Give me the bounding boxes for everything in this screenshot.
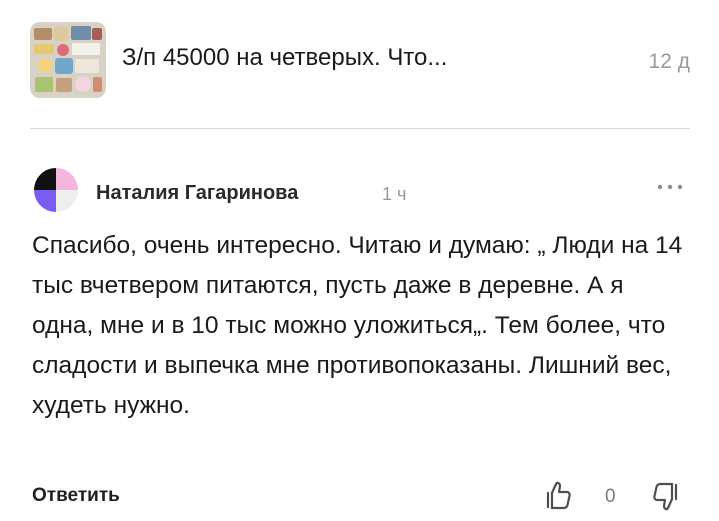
like-button[interactable] <box>540 478 576 514</box>
thumbs-down-icon <box>653 482 678 511</box>
divider <box>30 128 690 129</box>
comment-actions: Ответить 0 <box>30 478 690 514</box>
comment-time: 1 ч <box>382 184 407 204</box>
thumbs-up-icon <box>546 481 571 510</box>
comment-text: Спасибо, очень интересно. Читаю и думаю:… <box>32 232 683 419</box>
like-count: 0 <box>605 486 616 507</box>
article-preview[interactable]: З/п 45000 на четверых. Что... 12 д <box>30 22 690 98</box>
comment-author[interactable]: Наталия Гагаринова <box>96 182 298 205</box>
article-thumbnail[interactable] <box>30 22 106 98</box>
article-title[interactable]: З/п 45000 на четверых. Что... <box>122 43 447 73</box>
more-button[interactable] <box>650 176 690 198</box>
article-age: 12 д <box>648 50 690 73</box>
avatar-icon[interactable] <box>34 168 78 212</box>
dislike-button[interactable] <box>648 478 684 514</box>
more-dots-icon <box>657 184 663 190</box>
reply-button[interactable]: Ответить <box>32 485 120 507</box>
